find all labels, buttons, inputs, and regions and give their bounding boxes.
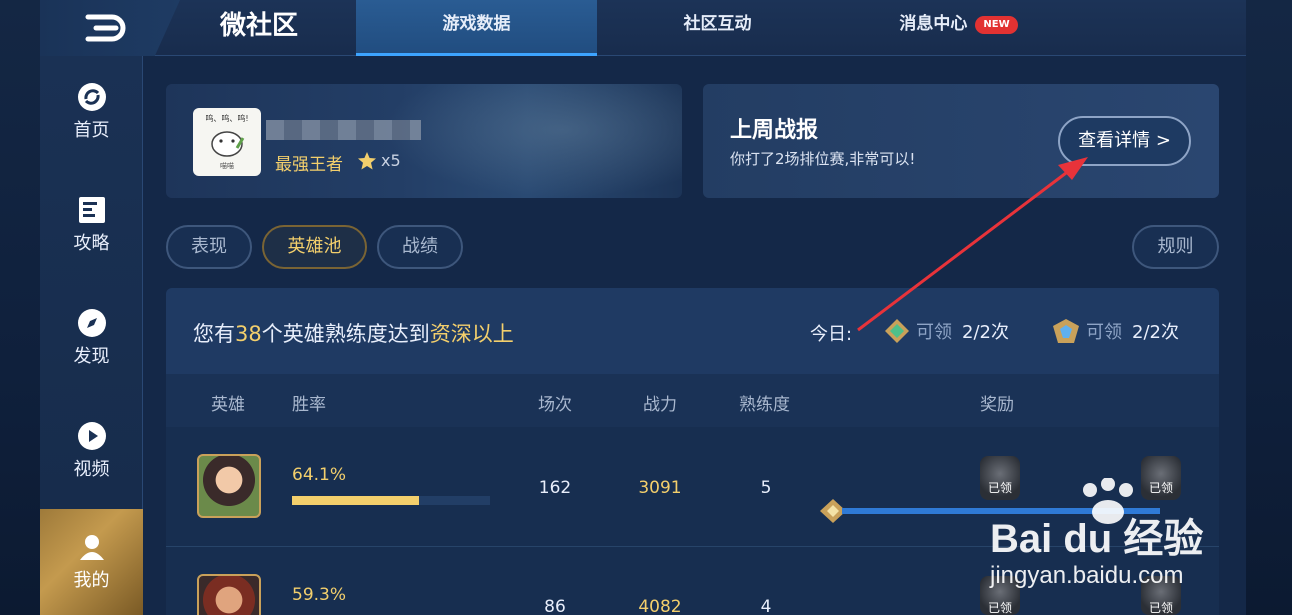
winrate-value: 59.3%: [292, 585, 347, 605]
hero-count: 38: [235, 322, 262, 346]
today-label: 今日:: [810, 324, 853, 345]
player-name-redacted: [266, 120, 421, 140]
hero-art: [382, 84, 682, 198]
sidebar-item-video[interactable]: 视频: [40, 401, 143, 501]
tab-messages[interactable]: 消息中心 NEW: [838, 0, 1079, 56]
reward-count: 2/2次: [1132, 322, 1179, 343]
compass-icon: [77, 308, 107, 338]
reward-claim-1[interactable]: 可领 2/2次: [884, 318, 1009, 344]
sidebar-item-label: 发现: [73, 346, 110, 367]
sidebar-item-label: 攻略: [73, 233, 110, 254]
column-header-power: 战力: [643, 395, 677, 415]
summary-text: 您有38个英雄熟练度达到资深以上: [193, 318, 514, 348]
summary-prefix: 您有: [193, 322, 235, 346]
crest-badge-icon: [1053, 319, 1079, 343]
column-header-winrate: 胜率: [292, 395, 326, 415]
watermark-logo-text: Bai du 经验: [990, 517, 1204, 561]
new-badge: NEW: [975, 16, 1018, 34]
column-header-hero: 英雄: [211, 395, 245, 415]
tab-community[interactable]: 社区互动: [597, 0, 838, 56]
tab-label: 消息中心: [899, 14, 968, 34]
reward-count: 2/2次: [962, 322, 1009, 343]
column-header-reward: 奖励: [980, 395, 1014, 415]
tab-label: 游戏数据: [442, 14, 511, 34]
subtab-performance[interactable]: 表现: [166, 225, 252, 269]
baidu-watermark: Bai du 经验 jingyan.baidu.com: [990, 477, 1230, 615]
column-header-games: 场次: [538, 395, 572, 415]
games-value: 162: [538, 478, 572, 498]
subtab-hero-pool[interactable]: 英雄池: [262, 225, 367, 269]
star-icon: [358, 152, 376, 170]
watermark-url: jingyan.baidu.com: [990, 562, 1184, 589]
reward-claim-2[interactable]: 可领 2/2次: [1052, 318, 1179, 344]
avatar[interactable]: 呜、呜、呜! 喵喵: [193, 108, 261, 176]
sidebar-item-label: 视频: [73, 459, 110, 480]
hero-avatar: [197, 574, 261, 615]
weekly-report-title: 上周战报: [730, 118, 819, 143]
reward-label: 可领: [916, 322, 952, 343]
reward-label: 可领: [1086, 322, 1122, 343]
mastery-level: 资深以上: [429, 322, 514, 346]
play-icon: [77, 421, 107, 451]
sidebar-item-home[interactable]: 首页: [40, 62, 143, 162]
app-title: 微社区: [220, 11, 299, 41]
profile-card: 呜、呜、呜! 喵喵: [166, 84, 682, 198]
rank-label: 最强王者: [275, 155, 343, 175]
sidebar-item-me[interactable]: 我的: [40, 509, 143, 615]
winrate-bar: [292, 496, 490, 505]
avatar-caption: 喵喵: [220, 162, 234, 170]
sidebar-item-guide[interactable]: 攻略: [40, 175, 143, 275]
mastery-value: 5: [760, 478, 772, 498]
sidebar-item-discover[interactable]: 发现: [40, 288, 143, 388]
avatar-text: 呜、呜、呜!: [205, 114, 249, 123]
tab-label: 社区互动: [683, 14, 752, 34]
rules-button[interactable]: 规则: [1132, 225, 1219, 269]
gem-badge-icon: [885, 319, 909, 343]
hero-avatar: [197, 454, 261, 518]
star-count: x5: [381, 151, 401, 170]
subtab-records[interactable]: 战绩: [377, 225, 463, 269]
view-details-button[interactable]: 查看详情 >: [1058, 116, 1191, 166]
column-header-mastery: 熟练度: [739, 395, 790, 415]
weekly-report-subtitle: 你打了2场排位赛,非常可以!: [730, 150, 916, 168]
summary-middle: 个英雄熟练度达到: [261, 322, 430, 346]
back-icon: [85, 14, 126, 42]
user-icon: [77, 532, 107, 562]
refresh-circle-icon: [77, 82, 107, 112]
sidebar: 首页 攻略 发现 视频 我的: [40, 56, 143, 615]
mastery-value: 4: [760, 597, 772, 615]
tab-game-data[interactable]: 游戏数据: [356, 0, 597, 56]
hamster-icon: [211, 131, 245, 157]
power-value: 3091: [638, 478, 682, 498]
sidebar-item-label: 首页: [73, 120, 110, 141]
winrate-bar-fill: [292, 496, 419, 505]
power-value: 4082: [638, 597, 682, 615]
sidebar-item-label: 我的: [73, 570, 110, 591]
document-icon: [77, 195, 107, 225]
games-value: 86: [544, 597, 566, 615]
winrate-value: 64.1%: [292, 465, 347, 485]
